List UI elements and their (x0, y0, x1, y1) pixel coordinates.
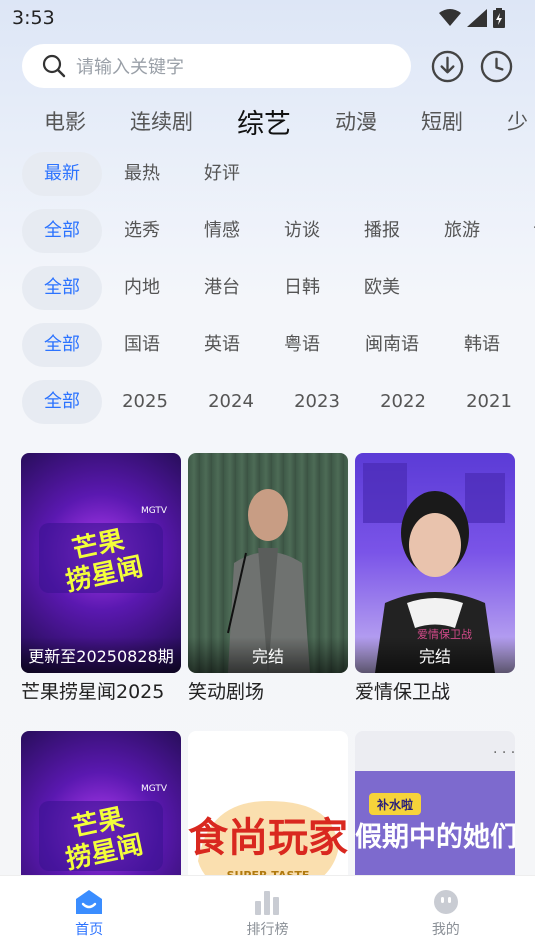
chip-genre[interactable]: 全部 (22, 209, 102, 253)
home-icon (76, 889, 103, 914)
poster-logo-text: MGTV (141, 784, 168, 794)
chip-year[interactable]: 2022 (360, 380, 446, 424)
chip-genre[interactable]: 旅游 (422, 209, 502, 253)
profile-icon (433, 889, 458, 914)
more-dots-icon: · · · (493, 745, 515, 761)
status-time: 3:53 (12, 7, 55, 29)
poster-image: 完结 (188, 453, 348, 673)
content-card[interactable]: 芒果 捞星闻 MGTV 更新至20250828期 芒果捞星闻2025 (21, 453, 181, 704)
poster-title-text: 假期中的她们 (355, 821, 515, 853)
poster-title-text: 食尚玩家 (188, 815, 348, 861)
tab-anime[interactable]: 动漫 (335, 106, 377, 136)
chip-language[interactable]: 闽南语 (342, 323, 442, 367)
chip-year[interactable]: 2025 (102, 380, 188, 424)
chip-language[interactable]: 英语 (182, 323, 262, 367)
nav-label: 我的 (431, 921, 460, 938)
card-title: 芒果捞星闻2025 (21, 681, 165, 703)
download-icon[interactable] (431, 50, 464, 83)
chip-year[interactable]: 全部 (22, 380, 102, 424)
tab-movie[interactable]: 电影 (44, 106, 86, 136)
chip-genre[interactable]: 情感 (182, 209, 262, 253)
tab-variety[interactable]: 综艺 (237, 102, 291, 141)
card-badge: 完结 (355, 637, 515, 673)
chip-year[interactable]: 2023 (274, 380, 360, 424)
content-card[interactable]: 爱情保卫战 完结 爱情保卫战 (355, 453, 515, 704)
tab-short-drama[interactable]: 短剧 (421, 106, 463, 136)
chip-region[interactable]: 全部 (22, 266, 102, 310)
language-filter-row: 全部 国语 英语 粤语 闽南语 韩语 (0, 323, 535, 367)
top-row: 请输入关键字 (0, 36, 535, 90)
tab-more[interactable]: 少 (507, 106, 528, 136)
search-icon (42, 54, 66, 78)
content-card[interactable]: 完结 笑动剧场 (188, 453, 348, 704)
nav-label: 首页 (75, 921, 104, 938)
chip-genre[interactable]: 访谈 (262, 209, 342, 253)
nav-item-profile[interactable]: 我的 (386, 889, 506, 939)
bottom-navigation: 首页 排行榜 我的 (0, 875, 535, 951)
sort-filter-row: 最新 最热 好评 (0, 152, 535, 196)
chip-genre[interactable]: 播报 (342, 209, 422, 253)
signal-icon (467, 9, 487, 27)
card-badge: 更新至20250828期 (21, 637, 181, 673)
chip-region[interactable]: 日韩 (262, 266, 342, 310)
chip-year[interactable]: 2024 (188, 380, 274, 424)
region-filter-row: 全部 内地 港台 日韩 欧美 (0, 266, 535, 310)
nav-item-home[interactable]: 首页 (29, 889, 149, 939)
status-bar: 3:53 (0, 0, 535, 36)
chip-year[interactable]: 2021 (446, 380, 532, 424)
chip-genre[interactable]: 选秀 (102, 209, 182, 253)
category-tabs: 电影 连续剧 综艺 动漫 短剧 少 (0, 94, 535, 148)
chip-region[interactable]: 欧美 (342, 266, 422, 310)
top-icons (431, 50, 513, 83)
poster-image: 芒果 捞星闻 MGTV 更新至20250828期 (21, 453, 181, 673)
search-box[interactable]: 请输入关键字 (22, 44, 411, 88)
poster-image: 爱情保卫战 完结 (355, 453, 515, 673)
chip-sort[interactable]: 最新 (22, 152, 102, 196)
chip-sort[interactable]: 好评 (182, 152, 262, 196)
history-clock-icon[interactable] (480, 50, 513, 83)
chip-genre[interactable]: 音 (502, 209, 535, 253)
wifi-icon (439, 9, 461, 26)
card-title: 笑动剧场 (188, 681, 265, 703)
chip-language[interactable]: 国语 (102, 323, 182, 367)
chip-language[interactable]: 韩语 (442, 323, 522, 367)
bar-chart-icon (255, 890, 280, 915)
chip-region[interactable]: 港台 (182, 266, 262, 310)
genre-filter-row: 全部 选秀 情感 访谈 播报 旅游 音 (0, 209, 535, 253)
chip-region[interactable]: 内地 (102, 266, 182, 310)
chip-sort[interactable]: 最热 (102, 152, 182, 196)
status-icons (439, 8, 505, 28)
nav-item-ranking[interactable]: 排行榜 (207, 889, 327, 939)
poster-logo-text: MGTV (141, 506, 168, 516)
year-filter-row: 全部 2025 2024 2023 2022 2021 (0, 380, 535, 424)
chip-language[interactable]: 全部 (22, 323, 102, 367)
poster-tag-text: 补水啦 (376, 797, 413, 812)
tab-series[interactable]: 连续剧 (130, 106, 193, 136)
card-badge: 完结 (188, 637, 348, 673)
chip-language[interactable]: 粤语 (262, 323, 342, 367)
card-title: 爱情保卫战 (355, 681, 451, 703)
search-placeholder: 请输入关键字 (76, 57, 184, 78)
battery-icon (493, 8, 505, 28)
nav-label: 排行榜 (246, 921, 289, 938)
